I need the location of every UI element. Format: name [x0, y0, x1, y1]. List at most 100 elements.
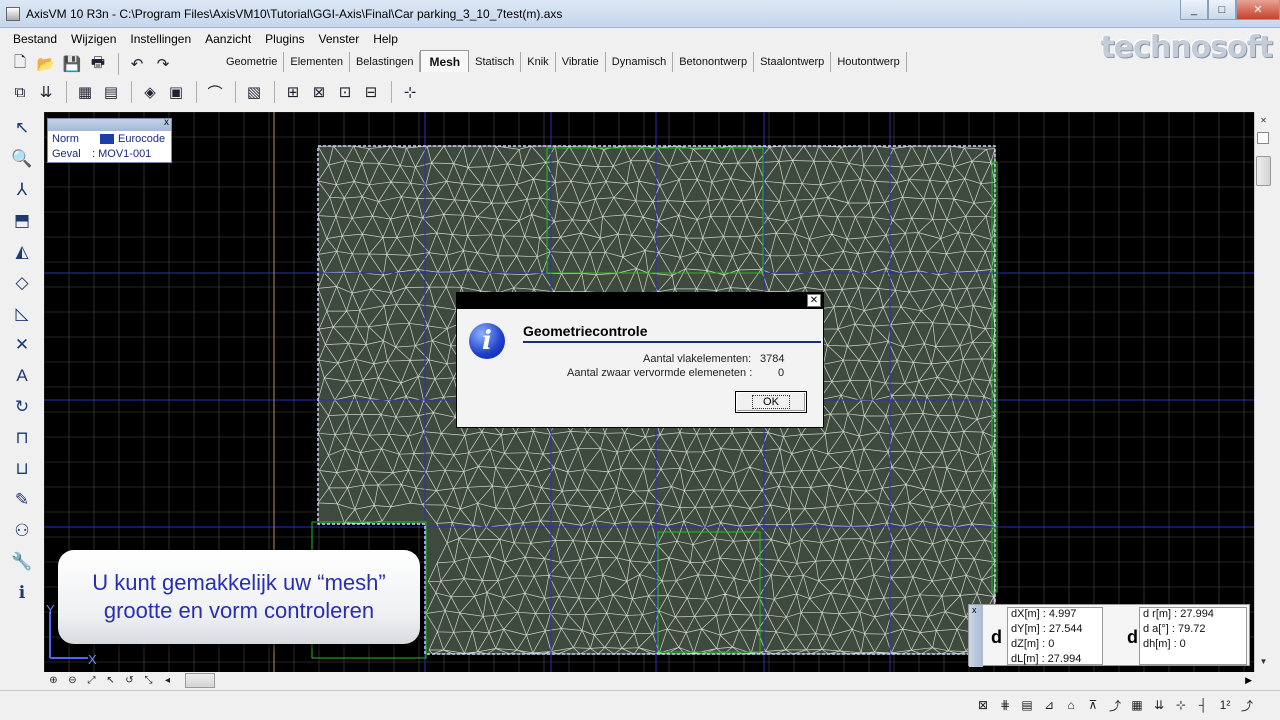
horizontal-scroll-thumb[interactable] — [185, 673, 215, 688]
new-file-icon[interactable]: 🗋 — [8, 52, 32, 76]
cross-select-icon[interactable]: ⊠ — [972, 695, 994, 715]
layers-icon[interactable]: ⧉ — [8, 80, 32, 104]
grid-select-icon[interactable]: ⋕ — [994, 695, 1016, 715]
dy-readout: dY[m] : 27.544 — [1011, 623, 1083, 635]
dh-readout: dh[m] : 0 — [1143, 638, 1186, 650]
zoom-in-icon[interactable]: ⊕ — [44, 672, 63, 689]
maximize-button[interactable]: □ — [1208, 0, 1236, 20]
menu-aanzicht[interactable]: Aanzicht — [198, 32, 258, 46]
mesh-refine-icon[interactable]: ⊠ — [307, 80, 331, 104]
dimension-icon[interactable]: ◺ — [0, 298, 44, 329]
ortho-icon[interactable]: ┤ — [1192, 695, 1214, 715]
view-icon[interactable]: ⚇ — [0, 515, 44, 546]
menu-plugins[interactable]: Plugins — [258, 32, 311, 46]
tab-elementen[interactable]: Elementen — [284, 52, 350, 72]
scroll-down-icon[interactable]: ▼ — [1255, 653, 1272, 670]
arc-icon[interactable]: ⌒ — [203, 80, 227, 104]
scroll-right-icon[interactable]: ▶ — [1245, 675, 1252, 686]
coords-d-label: d — [991, 627, 1002, 647]
text-icon[interactable]: A — [0, 360, 44, 391]
dl-readout: dL[m] : 27.994 — [1011, 653, 1082, 665]
menu-bestand[interactable]: Bestand — [6, 32, 64, 46]
library-icon[interactable]: ◈ — [138, 80, 162, 104]
tab-betonontwerp[interactable]: Betonontwerp — [673, 52, 755, 72]
ok-button[interactable]: OK — [735, 391, 807, 413]
snap-icon[interactable]: ⇊ — [1148, 695, 1170, 715]
menu-wijzigen[interactable]: Wijzigen — [64, 32, 123, 46]
beam-icon[interactable]: ⊔ — [0, 453, 44, 484]
dialog-close-button[interactable]: ✕ — [807, 294, 821, 307]
open-folder-icon[interactable]: 📂 — [34, 52, 58, 76]
tab-mesh[interactable]: Mesh — [420, 50, 470, 72]
scale-icon[interactable]: ◭ — [0, 236, 44, 267]
zoom-out-icon[interactable]: ⊖ — [63, 672, 82, 689]
zoom-fit-icon[interactable]: ⤢ — [82, 672, 101, 689]
tab-dynamisch[interactable]: Dynamisch — [606, 52, 674, 72]
polar-panel: d r[m] : 27.994 d a[°] : 79.72 dh[m] : 0 — [1139, 607, 1247, 665]
window-controls: _ □ ✕ — [1180, 0, 1280, 20]
toolbar-separator — [235, 81, 236, 103]
tab-vibratie[interactable]: Vibratie — [556, 52, 606, 72]
mesh-check-icon[interactable]: ⊹ — [398, 80, 422, 104]
table-view-icon[interactable]: ▤ — [1016, 695, 1038, 715]
node-icon[interactable]: ◇ — [0, 267, 44, 298]
mesh-grid-icon[interactable]: ⊟ — [359, 80, 383, 104]
caption-line-1: U kunt gemakkelijk uw “mesh” — [92, 570, 386, 595]
scroll-restore-icon[interactable] — [1257, 132, 1269, 144]
toolbar-separator — [391, 81, 392, 103]
vertical-scroll-thumb[interactable] — [1256, 156, 1271, 186]
menu-venster[interactable]: Venster — [312, 32, 367, 46]
left-toolbar: ↖ 🔍 ⅄ ⬒ ◭ ◇ ◺ ✕ A ↻ ⊓ ⊔ ✎ ⚇ 🔧 ℹ — [0, 112, 44, 672]
support-icon[interactable]: ⊓ — [0, 422, 44, 453]
redo-icon[interactable]: ↷ — [151, 52, 175, 76]
tab-staalontwerp[interactable]: Staalontwerp — [754, 52, 832, 72]
norm-box-close-icon[interactable]: x — [164, 117, 169, 128]
zoom-bar: ⊕ ⊖ ⤢ ↖ ↺ ⤡ ◂ ▶ — [44, 672, 1254, 689]
scroll-close-icon[interactable]: ✕ — [1255, 112, 1272, 129]
tab-statisch[interactable]: Statisch — [469, 52, 522, 72]
grid-icon[interactable]: ▦ — [1126, 695, 1148, 715]
mesh-node-icon[interactable]: ⊡ — [333, 80, 357, 104]
rotate-icon[interactable]: ↻ — [0, 391, 44, 422]
tab-geometrie[interactable]: Geometrie — [220, 52, 285, 72]
tab-knik[interactable]: Knik — [521, 52, 556, 72]
zoom-icon[interactable]: 🔍 — [0, 143, 44, 174]
report-icon[interactable]: ▤ — [99, 80, 123, 104]
cursor-icon[interactable]: ⊹ — [1170, 695, 1192, 715]
save-icon[interactable]: 💾 — [60, 52, 84, 76]
close-button[interactable]: ✕ — [1236, 0, 1280, 20]
squared-icon[interactable]: 1² — [1214, 695, 1236, 715]
coords-close-icon[interactable]: x — [969, 605, 983, 615]
select-icon[interactable]: ↖ — [0, 112, 44, 143]
mesh-domain-icon[interactable]: ▧ — [242, 80, 266, 104]
menu-instellingen[interactable]: Instellingen — [123, 32, 198, 46]
elevation-icon[interactable]: ⇊ — [34, 80, 58, 104]
section-icon[interactable]: ⊿ — [1038, 695, 1060, 715]
axes-icon[interactable]: ⅄ — [0, 174, 44, 205]
display-icon[interactable]: ⌂ — [1060, 695, 1082, 715]
filter-icon[interactable]: ⊼ — [1082, 695, 1104, 715]
table-icon[interactable]: ▦ — [73, 80, 97, 104]
move-icon[interactable]: ⬒ — [0, 205, 44, 236]
scroll-left-icon[interactable]: ◂ — [158, 672, 177, 689]
undo-icon[interactable]: ↶ — [125, 52, 149, 76]
settings-arrow-icon[interactable]: ⤴ — [1236, 695, 1258, 715]
minimize-button[interactable]: _ — [1180, 0, 1208, 20]
pan-icon[interactable]: ⤡ — [139, 672, 158, 689]
info-icon[interactable]: ℹ — [0, 577, 44, 608]
zoom-previous-icon[interactable]: ↺ — [120, 672, 139, 689]
wrench-icon[interactable]: 🔧 — [0, 546, 44, 577]
brush-icon[interactable]: ✎ — [0, 484, 44, 515]
tab-houtontwerp[interactable]: Houtontwerp — [831, 52, 907, 72]
toolbar-separator — [131, 81, 132, 103]
redraw-icon[interactable]: ⤴ — [1104, 695, 1126, 715]
window-icon[interactable]: ▣ — [164, 80, 188, 104]
distorted-count-value: 0 — [778, 367, 785, 379]
mesh-line-icon[interactable]: ⊞ — [281, 80, 305, 104]
zoom-window-icon[interactable]: ↖ — [101, 672, 120, 689]
tab-belastingen[interactable]: Belastingen — [350, 52, 421, 72]
intersect-icon[interactable]: ✕ — [0, 329, 44, 360]
vertical-scrollbar[interactable]: ✕ ▼ — [1254, 112, 1272, 672]
print-icon[interactable]: 🖶 — [86, 52, 110, 76]
menu-help[interactable]: Help — [366, 32, 405, 46]
